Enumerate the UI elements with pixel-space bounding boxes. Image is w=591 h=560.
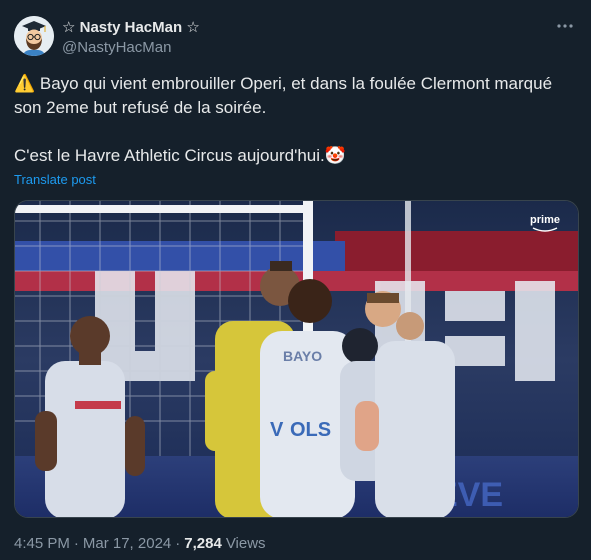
post-media-image[interactable]: EVE BAYO V OLS prime (14, 200, 579, 518)
views-count[interactable]: 7,284 (184, 535, 222, 552)
author-name-row[interactable]: ☆ Nasty HacMan ☆ (62, 18, 200, 36)
avatar-illustration (14, 16, 54, 56)
more-options-icon (557, 24, 573, 28)
avatar[interactable] (14, 16, 54, 56)
more-options-button[interactable] (551, 14, 579, 38)
match-photo: EVE BAYO V OLS (15, 201, 578, 517)
post-text-line1: ⚠️ Bayo qui vient embrouiller Operi, et … (14, 74, 553, 117)
svg-text:V: V (270, 419, 284, 441)
post-meta: 4:45 PM · Mar 17, 2024 · 7,284 Views (14, 535, 266, 552)
views-label: Views (225, 535, 266, 552)
tweet: ☆ Nasty HacMan ☆ @NastyHacMan ⚠️ Bayo qu… (0, 0, 591, 560)
post-text: ⚠️ Bayo qui vient embrouiller Operi, et … (14, 72, 579, 168)
post-text-line2: C'est le Havre Athletic Circus aujourd'h… (14, 146, 346, 165)
svg-text:OLS: OLS (290, 419, 331, 441)
broadcaster-logo: prime (530, 215, 560, 233)
jersey-name: BAYO (283, 348, 322, 364)
post-date[interactable]: Mar 17, 2024 (83, 535, 171, 552)
author-display-name[interactable]: ☆ Nasty HacMan ☆ (62, 18, 200, 36)
prime-smile-icon (532, 227, 558, 232)
translate-post-link[interactable]: Translate post (14, 172, 96, 187)
meta-separator: · (175, 535, 181, 552)
author-handle[interactable]: @NastyHacMan (62, 39, 171, 56)
meta-separator: · (73, 535, 79, 552)
post-time[interactable]: 4:45 PM (14, 535, 70, 552)
